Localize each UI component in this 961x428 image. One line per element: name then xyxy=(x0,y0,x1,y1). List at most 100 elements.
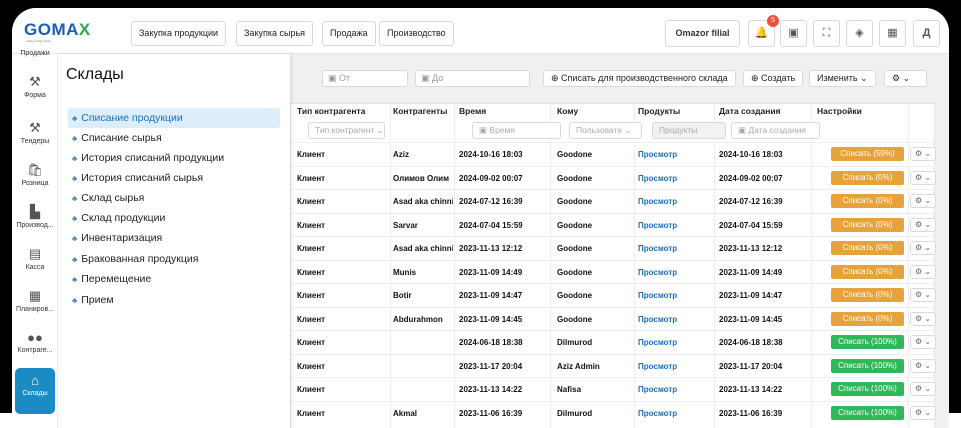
logo[interactable]: GOMAX xyxy=(24,20,91,40)
cell-time: 2023-11-17 20:04 xyxy=(459,361,523,371)
cell-products-link[interactable]: Просмотр xyxy=(638,362,713,371)
col-header-type[interactable]: Тип контрагента xyxy=(297,106,365,116)
create-button[interactable]: ⊕ Создать xyxy=(743,70,804,87)
menu-item-receive[interactable]: ♣ Прием xyxy=(68,290,280,310)
menu-item-inventory[interactable]: ♣ Инвентаризация xyxy=(68,228,280,248)
writeoff-status-button[interactable]: Списать (100%) xyxy=(831,335,904,349)
date-to-input[interactable]: ▣ До xyxy=(415,70,530,87)
col-header-created[interactable]: Дата создания xyxy=(719,106,781,116)
cell-products-link[interactable]: Просмотр xyxy=(638,385,713,394)
edit-dropdown[interactable]: Изменить ⌄ xyxy=(809,70,876,87)
tree-icon: ♣ xyxy=(72,154,78,163)
nav-purchase-products[interactable]: Закупка продукции xyxy=(131,21,227,46)
to-filter-select[interactable]: Пользовате ⌄ xyxy=(569,122,642,139)
layers-icon[interactable]: ◈ xyxy=(846,20,873,47)
created-filter-input[interactable]: ▣ Дата создания xyxy=(731,122,820,139)
row-settings-dropdown[interactable]: ⚙ ⌄ xyxy=(910,382,936,396)
sidebar-item-sales[interactable]: Продажи xyxy=(12,50,58,57)
col-header-partners[interactable]: Контрагенты xyxy=(393,106,447,116)
writeoff-status-button[interactable]: Списать (0%) xyxy=(831,170,904,185)
cell-products-link[interactable]: Просмотр xyxy=(638,315,713,324)
nav-sales[interactable]: Продажа xyxy=(322,21,376,46)
menu-item-product-writeoff-history[interactable]: ♣ История списаний продукции xyxy=(68,148,280,168)
row-settings-dropdown[interactable]: ⚙ ⌄ xyxy=(910,335,936,349)
row-settings-dropdown[interactable]: ⚙ ⌄ xyxy=(910,217,936,232)
row-settings-dropdown[interactable]: ⚙ ⌄ xyxy=(910,170,936,185)
row-settings-dropdown[interactable]: ⚙ ⌄ xyxy=(910,311,936,326)
cell-products-link[interactable]: Просмотр xyxy=(638,291,713,300)
col-header-products[interactable]: Продукты xyxy=(638,106,680,116)
cell-products-link[interactable]: Просмотр xyxy=(638,174,713,183)
writeoff-status-button[interactable]: Списать (0%) xyxy=(831,217,904,232)
tree-icon: ♣ xyxy=(72,194,78,203)
menu-item-defective[interactable]: ♣ Бракованная продукция xyxy=(68,249,280,269)
menu-item-transfer[interactable]: ♣ Перемещение xyxy=(68,269,280,289)
col-header-settings[interactable]: Настройки xyxy=(817,106,862,116)
writeoff-status-button[interactable]: Списать (0%) xyxy=(831,264,904,279)
writeoff-status-button[interactable]: Списать (0%) xyxy=(831,194,904,208)
menu-item-product-warehouse[interactable]: ♣ Склад продукции xyxy=(68,208,280,228)
cell-products-link[interactable]: Просмотр xyxy=(638,338,713,347)
writeoff-status-button[interactable]: Списать (100%) xyxy=(831,358,904,373)
top-bar: GOMAX make in high place Закупка продукц… xyxy=(12,8,949,54)
row-settings-dropdown[interactable]: ⚙ ⌄ xyxy=(910,264,936,279)
sidebar-item-retail[interactable]: 🛍 Розница xyxy=(12,162,58,187)
row-settings-dropdown[interactable]: ⚙ ⌄ xyxy=(910,147,936,161)
date-from-input[interactable]: ▣ От xyxy=(322,70,408,87)
writeoff-status-button[interactable]: Списать (100%) xyxy=(831,382,904,396)
cell-to: Goodone xyxy=(557,291,593,300)
cell-to: Dilmurod xyxy=(557,338,593,347)
writeoff-status-button[interactable]: Списать (0%) xyxy=(831,311,904,326)
sidebar-item-planning[interactable]: ▦ Планиров... xyxy=(12,288,58,313)
cell-products-link[interactable]: Просмотр xyxy=(638,244,713,253)
tree-icon: ♣ xyxy=(72,134,78,143)
type-filter-select[interactable]: Тип контрагент ⌄ xyxy=(308,122,385,139)
sidebar-item-tenders[interactable]: ⚒ Тендеры xyxy=(12,120,58,145)
menu-item-raw-warehouse[interactable]: ♣ Склад сырья xyxy=(68,188,280,208)
cell-products-link[interactable]: Просмотр xyxy=(638,150,713,159)
row-settings-dropdown[interactable]: ⚙ ⌄ xyxy=(910,358,936,373)
row-settings-dropdown[interactable]: ⚙ ⌄ xyxy=(910,241,936,255)
cell-to: Goodone xyxy=(557,220,593,230)
row-settings-dropdown[interactable]: ⚙ ⌄ xyxy=(910,194,936,208)
sidebar-item-partners[interactable]: ●● Контраге... xyxy=(12,330,58,354)
cell-products-link[interactable]: Просмотр xyxy=(638,221,713,230)
menu-item-raw-writeoff[interactable]: ♣ Списание сырья xyxy=(68,128,280,148)
cell-products-link[interactable]: Просмотр xyxy=(638,268,713,277)
sidebar-item-cashbox[interactable]: ▤ Касса xyxy=(12,246,58,271)
user-avatar[interactable]: Д xyxy=(913,20,940,47)
cell-to: Aziz Admin xyxy=(557,361,600,371)
cell-time: 2023-11-09 14:49 xyxy=(459,267,523,277)
cell-partner: Munis xyxy=(393,267,417,277)
products-filter: Продукты xyxy=(652,122,726,139)
cell-type: Клиент xyxy=(297,314,326,324)
col-header-time[interactable]: Время xyxy=(459,106,486,116)
writeoff-status-button[interactable]: Списать (0%) xyxy=(831,288,904,302)
menu-item-raw-writeoff-history[interactable]: ♣ История списаний сырья xyxy=(68,168,280,188)
row-settings-dropdown[interactable]: ⚙ ⌄ xyxy=(910,288,936,302)
settings-dropdown[interactable]: ⚙ ⌄ xyxy=(884,70,927,87)
sidebar-item-warehouses[interactable]: ⌂ Склады xyxy=(15,368,55,414)
sidebar-item-production[interactable]: ▙ Производ... xyxy=(12,204,58,229)
filial-selector[interactable]: Omazor filial xyxy=(665,20,740,47)
fullscreen-icon[interactable]: ⛶ xyxy=(813,20,840,47)
col-header-to[interactable]: Кому xyxy=(557,106,578,116)
table-row: Клиент Munis 2023-11-09 14:49 Goodone Просмо… xyxy=(291,259,936,284)
cell-created: 2023-11-09 14:49 xyxy=(719,267,783,277)
writeoff-status-button[interactable]: Списать (0%) xyxy=(831,241,904,255)
table-row: Клиент 2023-11-17 20:04 Aziz Admin Просмотр… xyxy=(291,353,936,378)
cell-products-link[interactable]: Просмотр xyxy=(638,409,713,418)
nav-production[interactable]: Производство xyxy=(379,21,454,46)
write-off-production-button[interactable]: ⊕ Списать для производственного склада xyxy=(543,70,736,87)
writeoff-status-button[interactable]: Списать (50%) xyxy=(831,147,904,161)
cell-products-link[interactable]: Просмотр xyxy=(638,197,713,206)
nav-purchase-raw[interactable]: Закупка сырья xyxy=(236,21,314,46)
cell-partner: Asad aka chinni xyxy=(393,244,453,253)
time-filter-input[interactable]: ▣ Время xyxy=(472,122,561,139)
grid-icon[interactable]: ▦ xyxy=(879,20,906,47)
sidebar-item-form[interactable]: ⚒ Форма xyxy=(12,74,58,99)
cell-created: 2024-10-16 18:03 xyxy=(719,150,783,159)
cell-type: Клиент xyxy=(297,361,326,371)
image-icon[interactable]: ▣ xyxy=(780,20,807,47)
menu-item-product-writeoff[interactable]: ♣ Списание продукции xyxy=(68,108,280,128)
